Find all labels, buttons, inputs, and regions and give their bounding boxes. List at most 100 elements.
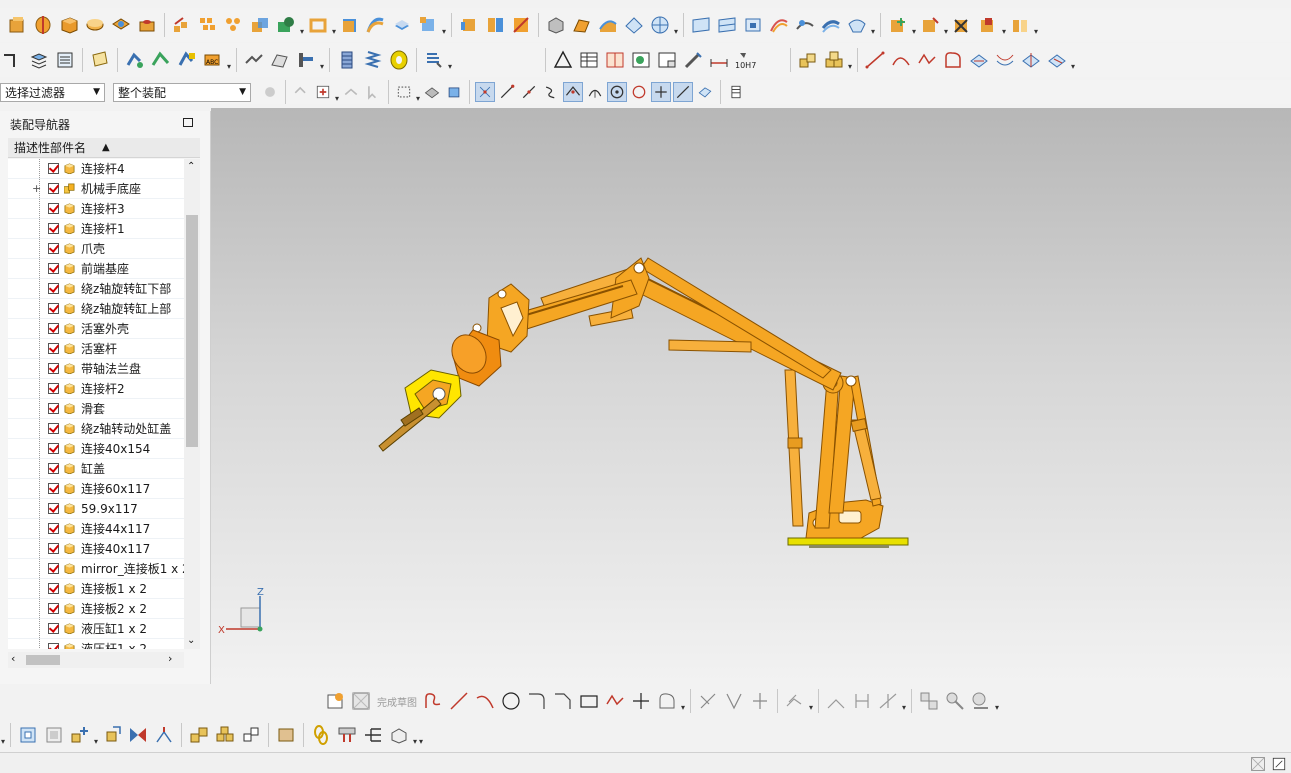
hole-icon[interactable] (110, 14, 132, 36)
geometric-constraint-icon[interactable] (918, 690, 940, 712)
visibility-checkbox[interactable] (48, 343, 59, 354)
visibility-checkbox[interactable] (48, 503, 59, 514)
tree-row[interactable]: 带轴法兰盘 (8, 359, 184, 379)
visibility-checkbox[interactable] (48, 183, 59, 194)
pattern-feature-icon[interactable] (171, 14, 193, 36)
mesh-surface-icon[interactable] (649, 14, 671, 36)
thread-icon[interactable] (423, 49, 445, 71)
dropdown-arrow[interactable] (334, 81, 340, 103)
visibility-checkbox[interactable] (48, 263, 59, 274)
assembly-mirror-icon[interactable] (977, 14, 999, 36)
dropdown-arrow[interactable] (943, 14, 949, 36)
profile-icon[interactable] (942, 49, 964, 71)
face-icon[interactable] (269, 49, 291, 71)
sketch-ellipse-icon[interactable] (656, 690, 678, 712)
tree-row[interactable]: 连接44x117 (8, 519, 184, 539)
edge-blend-icon[interactable] (339, 14, 361, 36)
show-hide-icon[interactable] (150, 49, 172, 71)
component-add-icon[interactable] (797, 49, 819, 71)
intersect-curve-icon[interactable] (1020, 49, 1042, 71)
sketch-rectangle-icon[interactable] (578, 690, 600, 712)
mirror-curve-icon[interactable] (825, 690, 847, 712)
vertical-scrollbar[interactable]: ⌃ ⌄ (184, 159, 200, 649)
assembly-sequence-icon[interactable] (362, 724, 384, 746)
ruled-surface-icon[interactable] (623, 14, 645, 36)
tree-row[interactable]: 活塞外壳 (8, 319, 184, 339)
emboss-icon[interactable] (243, 49, 265, 71)
horizontal-scrollbar[interactable]: ‹ › (8, 652, 184, 668)
snap-reset-icon[interactable] (727, 83, 745, 101)
tree-row[interactable]: 液压杆1 x 2 (8, 639, 184, 649)
assembly-view-icon[interactable] (17, 724, 39, 746)
component-image-icon[interactable] (43, 724, 65, 746)
tree-row[interactable]: 绕z轴旋转缸上部 (8, 299, 184, 319)
drawing-sheet-icon[interactable] (656, 49, 678, 71)
visibility-checkbox[interactable] (48, 403, 59, 414)
type-filter-icon[interactable] (314, 83, 332, 101)
component-new-icon[interactable] (823, 49, 845, 71)
visibility-checkbox[interactable] (48, 643, 59, 649)
snap-endpoint-icon[interactable] (498, 83, 516, 101)
text-abc-icon[interactable]: ABC (202, 49, 224, 71)
add-component-icon[interactable] (69, 724, 91, 746)
dropdown-arrow[interactable] (673, 14, 679, 36)
sketch-fillet-icon[interactable] (526, 690, 548, 712)
sketch-line-icon[interactable] (448, 690, 470, 712)
dropdown-arrow[interactable] (808, 690, 814, 712)
dropdown-arrow[interactable] (441, 14, 447, 36)
draft-icon[interactable] (417, 14, 439, 36)
visibility-checkbox[interactable] (48, 603, 59, 614)
brush-icon[interactable] (682, 49, 704, 71)
extrude-icon[interactable] (6, 14, 28, 36)
snap-midpoint-icon[interactable] (520, 83, 538, 101)
through-curves-icon[interactable] (716, 14, 738, 36)
tree-row[interactable]: 连接40x117 (8, 539, 184, 559)
section-curve-icon[interactable] (1046, 49, 1068, 71)
shell-icon[interactable] (307, 14, 329, 36)
layer-settings-icon[interactable] (28, 49, 50, 71)
tree-row[interactable]: 活塞杆 (8, 339, 184, 359)
mirror-assembly-icon[interactable] (127, 724, 149, 746)
base-plate[interactable] (787, 537, 909, 546)
robot-arm-model[interactable] (211, 108, 1291, 684)
dropdown-arrow[interactable] (680, 690, 686, 712)
dropdown-arrow[interactable] (331, 14, 337, 36)
select-component-icon[interactable] (261, 83, 279, 101)
dropdown-arrow[interactable] (447, 49, 453, 71)
scroll-down-icon[interactable]: ⌄ (187, 635, 195, 646)
visibility-checkbox[interactable] (48, 163, 59, 174)
rectangle-select-icon[interactable] (395, 83, 413, 101)
sketch-point-icon[interactable] (630, 690, 652, 712)
sketch-circle-icon[interactable] (500, 690, 522, 712)
visibility-checkbox[interactable] (48, 203, 59, 214)
surface-trim-icon[interactable] (846, 14, 868, 36)
visibility-checkbox[interactable] (48, 223, 59, 234)
studio-surface-icon[interactable] (690, 14, 712, 36)
dropdown-arrow[interactable] (994, 690, 1000, 712)
status-layout-icon[interactable] (1249, 755, 1267, 773)
tree-row[interactable]: mirror_连接板1 x 2 (8, 559, 184, 579)
select-body-icon[interactable] (423, 83, 441, 101)
snap-grid-icon[interactable] (475, 82, 495, 102)
dropdown-arrow[interactable] (1033, 14, 1039, 36)
tree-row[interactable]: 滑套 (8, 399, 184, 419)
offset-surface-icon[interactable] (820, 14, 842, 36)
offset-sketch-icon[interactable] (784, 690, 806, 712)
sketch-arc-icon[interactable] (474, 690, 496, 712)
visibility-checkbox[interactable] (48, 443, 59, 454)
snap-point-on-curve-icon[interactable] (673, 82, 693, 102)
visibility-checkbox[interactable] (48, 243, 59, 254)
assembly-scope-dropdown[interactable]: 整个装配 ▼ (113, 82, 251, 102)
exploded-view-icon[interactable] (275, 724, 297, 746)
snap-control-point-icon[interactable] (542, 83, 560, 101)
expand-icon[interactable]: + (32, 182, 41, 195)
surface-icon[interactable] (597, 14, 619, 36)
scrollbar-thumb[interactable] (186, 215, 198, 447)
tree-row[interactable]: 前端基座 (8, 259, 184, 279)
tree-row[interactable]: 59.9x117 (8, 499, 184, 519)
scrollbar-thumb[interactable] (26, 655, 60, 665)
visibility-checkbox[interactable] (48, 323, 59, 334)
tree-row[interactable]: 缸盖 (8, 459, 184, 479)
dropdown-arrow[interactable] (299, 14, 305, 36)
select-cursor-icon[interactable] (364, 83, 382, 101)
